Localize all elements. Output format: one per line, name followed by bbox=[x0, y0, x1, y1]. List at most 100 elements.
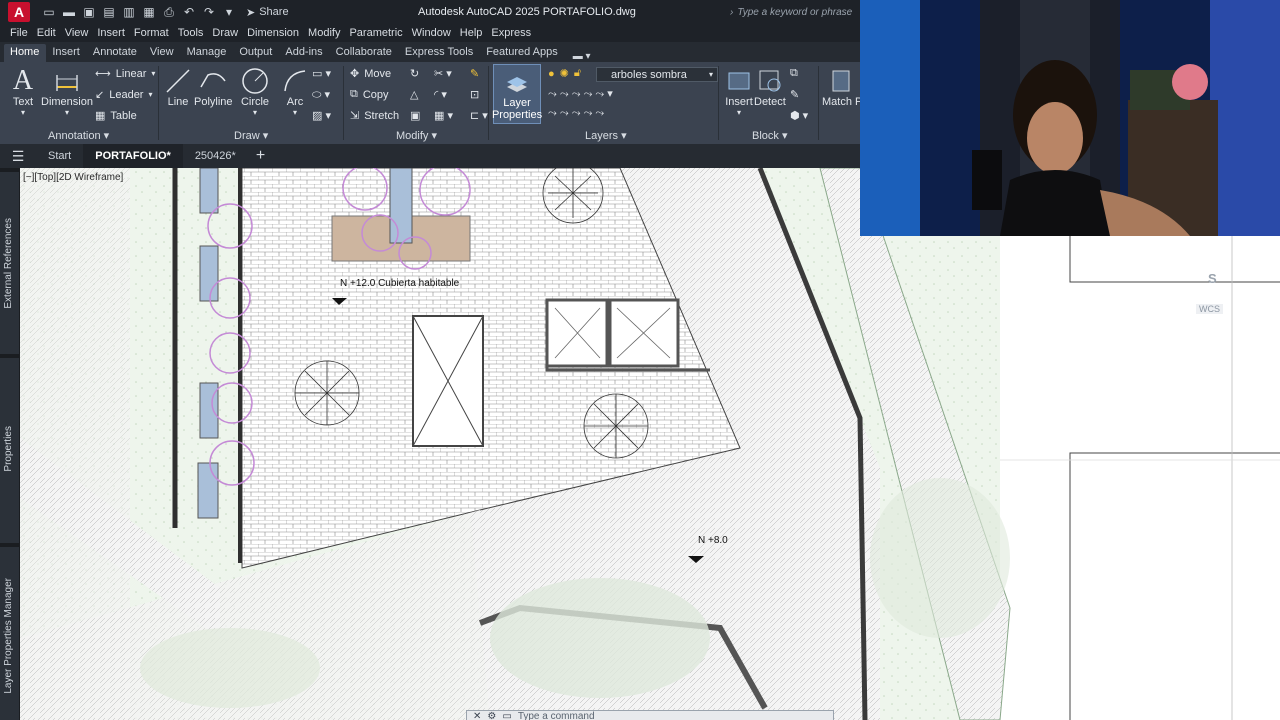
ribbon-toggle-icon[interactable]: ▬ ▾ bbox=[573, 51, 591, 62]
tab-featured-apps[interactable]: Featured Apps bbox=[480, 44, 565, 62]
search-input[interactable]: › Type a keyword or phrase bbox=[730, 3, 860, 21]
block-panel-label[interactable]: Block ▾ bbox=[752, 129, 787, 142]
external-references-palette[interactable]: External References bbox=[3, 218, 14, 309]
properties-palette[interactable]: Properties bbox=[3, 426, 14, 472]
menu-draw[interactable]: Draw bbox=[212, 27, 247, 39]
linear-dim-button[interactable]: ⟷ Linear ▾ bbox=[95, 67, 155, 81]
fillet-button[interactable]: ◜ ▾ bbox=[434, 88, 447, 101]
insert-block-button[interactable]: Insert ▾ bbox=[724, 66, 754, 117]
layer-tools-row2[interactable]: ⤳ ⤳ ⤳ ⤳ ⤳ bbox=[548, 107, 604, 120]
open-web-icon[interactable]: ▥ bbox=[122, 5, 136, 19]
tab-home[interactable]: Home bbox=[4, 44, 47, 62]
stretch-button[interactable]: ⇲ Stretch bbox=[350, 109, 399, 123]
tab-insert[interactable]: Insert bbox=[46, 44, 87, 62]
command-line[interactable]: ✕ ⚙ ▭ Type a command bbox=[466, 710, 834, 720]
new-file-icon[interactable]: ▭ bbox=[42, 5, 56, 19]
menu-tools[interactable]: Tools bbox=[178, 27, 213, 39]
tab-annotate[interactable]: Annotate bbox=[87, 44, 144, 62]
mirror-button[interactable]: △ bbox=[410, 88, 418, 101]
tab-start[interactable]: Start bbox=[36, 144, 83, 168]
menu-insert[interactable]: Insert bbox=[97, 27, 134, 39]
plus-icon[interactable]: + bbox=[256, 147, 265, 165]
rectangle-tool-button[interactable]: ▭ ▾ bbox=[312, 67, 331, 80]
palette-divider bbox=[0, 543, 20, 547]
offset-button[interactable]: ⊏ ▾ bbox=[470, 109, 488, 122]
open-folder-icon[interactable]: ▬ bbox=[62, 5, 76, 19]
block-create-button[interactable]: ⧉ bbox=[790, 67, 798, 80]
menu-modify[interactable]: Modify bbox=[308, 27, 349, 39]
lightbulb-icon: ● bbox=[548, 67, 555, 80]
move-button[interactable]: ✥ Move bbox=[350, 67, 391, 81]
cloud-save-icon[interactable]: ▦ bbox=[142, 5, 156, 19]
menu-view[interactable]: View bbox=[65, 27, 98, 39]
tab-add-ins[interactable]: Add-ins bbox=[279, 44, 329, 62]
explode-button[interactable]: ⊡ bbox=[470, 88, 479, 101]
tab-express-tools[interactable]: Express Tools bbox=[399, 44, 480, 62]
menu-parametric[interactable]: Parametric bbox=[349, 27, 411, 39]
ribbon-tabs: Home Insert Annotate View Manage Output … bbox=[0, 42, 860, 62]
tab-portafolio[interactable]: PORTAFOLIO* bbox=[83, 144, 183, 168]
modify-panel-label[interactable]: Modify ▾ bbox=[396, 129, 437, 142]
palette-strip: External References Properties Layer Pro… bbox=[0, 168, 20, 720]
trim-button[interactable]: ✂ ▾ bbox=[434, 67, 452, 80]
rotate-button[interactable]: ↻ bbox=[410, 67, 419, 80]
leader-button[interactable]: ↙ Leader ▾ bbox=[95, 88, 153, 102]
block-attr-button[interactable]: ⬢ ▾ bbox=[790, 109, 808, 122]
menu-icon[interactable]: ☰ bbox=[0, 148, 36, 165]
dimension-tool-button[interactable]: Dimension ▾ bbox=[41, 66, 93, 117]
redo-icon[interactable]: ↷ bbox=[202, 5, 216, 19]
print-icon[interactable]: ⎙ bbox=[162, 5, 176, 19]
hatch-tool-button[interactable]: ▨ ▾ bbox=[312, 109, 331, 122]
menu-help[interactable]: Help bbox=[460, 27, 492, 39]
circle-tool-button[interactable]: Circle ▾ bbox=[240, 66, 270, 117]
scale-button[interactable]: ▣ bbox=[410, 109, 420, 122]
erase-button[interactable]: ✎ bbox=[470, 67, 479, 80]
arc-tool-button[interactable]: Arc ▾ bbox=[280, 66, 310, 117]
wrench-icon[interactable]: ⚙ bbox=[487, 711, 496, 720]
drawing-canvas[interactable]: N +12.0 Cubierta habitable N +8.0 S WCS bbox=[20, 168, 1280, 720]
arc-icon bbox=[280, 66, 310, 96]
block-edit-button[interactable]: ✎ bbox=[790, 88, 799, 101]
match-properties-button[interactable]: Match Properties bbox=[822, 66, 860, 108]
menu-dimension[interactable]: Dimension bbox=[247, 27, 308, 39]
undo-icon[interactable]: ↶ bbox=[182, 5, 196, 19]
tab-view[interactable]: View bbox=[144, 44, 181, 62]
share-button[interactable]: ➤ Share bbox=[246, 6, 289, 19]
layer-state-icons[interactable]: ● ✺ 🔓︎ bbox=[548, 67, 581, 80]
menu-window[interactable]: Window bbox=[412, 27, 460, 39]
save-icon[interactable]: ▣ bbox=[82, 5, 96, 19]
menu-format[interactable]: Format bbox=[134, 27, 178, 39]
dimension-icon bbox=[52, 66, 82, 96]
draw-panel-label[interactable]: Draw ▾ bbox=[234, 129, 268, 142]
detect-button[interactable]: Detect bbox=[754, 66, 786, 108]
annotation-panel-label[interactable]: Annotation ▾ bbox=[48, 129, 109, 142]
tab-output[interactable]: Output bbox=[233, 44, 279, 62]
layer-properties-manager-palette[interactable]: Layer Properties Manager bbox=[3, 578, 14, 694]
layer-properties-button[interactable]: Layer Properties bbox=[492, 64, 542, 124]
close-icon[interactable]: ✕ bbox=[473, 711, 481, 720]
ellipse-tool-button[interactable]: ⬭ ▾ bbox=[312, 88, 330, 102]
viewcube-south-label[interactable]: S bbox=[1208, 271, 1217, 286]
layers-panel-label[interactable]: Layers ▾ bbox=[585, 129, 627, 142]
tab-collaborate[interactable]: Collaborate bbox=[330, 44, 399, 62]
table-button[interactable]: ▦ Table bbox=[95, 109, 137, 123]
current-layer-dropdown[interactable]: arboles sombra ▾ bbox=[596, 67, 718, 82]
tab-manage[interactable]: Manage bbox=[181, 44, 234, 62]
tab-250426[interactable]: 250426* bbox=[183, 144, 248, 168]
app-logo-button[interactable]: A bbox=[8, 2, 30, 22]
save-as-icon[interactable]: ▤ bbox=[102, 5, 116, 19]
command-input[interactable]: Type a command bbox=[518, 711, 595, 720]
copy-button[interactable]: ⧉ Copy bbox=[350, 88, 389, 101]
line-tool-button[interactable]: Line bbox=[163, 66, 193, 108]
menu-express[interactable]: Express bbox=[491, 27, 540, 39]
layer-tools-row1[interactable]: ⤳ ⤳ ⤳ ⤳ ⤳ ▾ bbox=[548, 87, 613, 101]
linear-icon: ⟷ bbox=[95, 68, 111, 80]
menu-file[interactable]: File bbox=[10, 27, 37, 39]
customize-dropdown-icon[interactable]: ▾ bbox=[222, 5, 236, 19]
polyline-tool-button[interactable]: Polyline bbox=[194, 66, 233, 108]
viewport-controls[interactable]: [−][Top][2D Wireframe] bbox=[23, 172, 123, 183]
wcs-menu[interactable]: WCS bbox=[1196, 304, 1223, 314]
array-button[interactable]: ▦ ▾ bbox=[434, 109, 453, 122]
menu-edit[interactable]: Edit bbox=[37, 27, 65, 39]
text-tool-button[interactable]: A Text ▾ bbox=[8, 65, 38, 117]
